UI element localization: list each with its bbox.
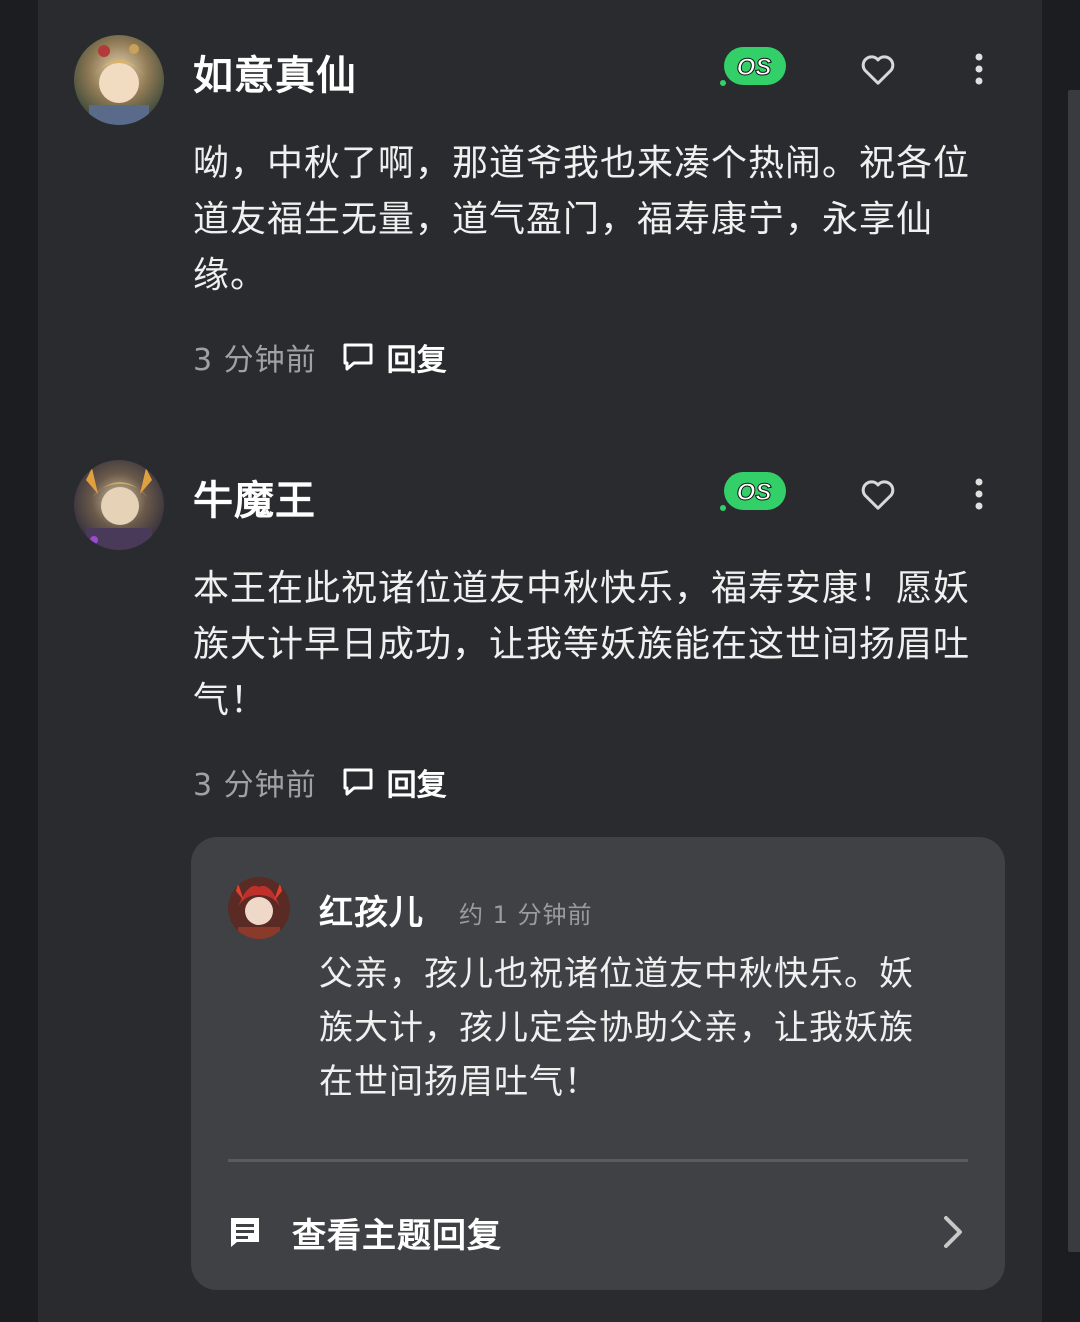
view-thread-label: 查看主题回复 [292,1215,502,1256]
svg-text:OS: OS [737,479,772,506]
comment-text: 本王在此祝诸位道友中秋快乐，福寿安康！愿妖 族大计早日成功，让我等妖族能在这世间… [193,561,993,729]
comment-text: 呦，中秋了啊，那道爷我也来凑个热闹。祝各位 道友福生无量，道气盈门，福寿康宁，永… [193,136,993,304]
comment-item: 牛魔王 OS 本王在此祝诸位道友中秋快乐，福寿安康！愿妖 族大计早日成功，让我等… [38,460,1042,820]
comment-text-line: 族大计早日成功，让我等妖族能在这世间扬眉吐 [193,624,971,665]
heart-icon[interactable] [858,49,898,89]
timestamp: 3 分钟前 [193,343,317,378]
comment-text-line: 缘。 [193,255,268,296]
avatar[interactable] [74,35,164,125]
username[interactable]: 牛魔王 [193,468,316,526]
os-badge-icon: OS [720,45,788,87]
comment-text-line: 道友福生无量，道气盈门，福寿康宁，永享仙 [193,199,934,240]
avatar[interactable] [228,877,290,939]
scrollbar[interactable] [1068,90,1080,1252]
reply-timestamp: 约 1 分钟前 [459,901,593,929]
comment-text-line: 呦，中秋了啊，那道爷我也来凑个热闹。祝各位 [193,143,971,184]
heart-icon[interactable] [858,474,898,514]
os-badge-icon: OS [720,470,788,512]
reply-text: 父亲，孩儿也祝诸位道友中秋快乐。妖 族大计，孩儿定会协助父亲，让我妖族 在世间扬… [319,947,969,1109]
reply-text-line: 在世间扬眉吐气！ [319,1062,599,1102]
message-icon [231,1218,259,1247]
svg-text:OS: OS [737,54,772,81]
reply-text-line: 父亲，孩儿也祝诸位道友中秋快乐。妖 [319,954,914,994]
avatar[interactable] [74,460,164,550]
comments-page: 如意真仙 OS 呦，中秋了啊，那道爷我也来凑个热闹。祝各位 道友福生无量，道气盈… [0,0,1080,1322]
reply-username[interactable]: 红孩儿 [319,885,424,934]
reply-button[interactable]: 回复 [341,335,447,379]
reply-card[interactable]: 红孩儿 约 1 分钟前 父亲，孩儿也祝诸位道友中秋快乐。妖 族大计，孩儿定会协助… [191,837,1005,1290]
reply-button[interactable]: 回复 [341,760,447,804]
comment-text-line: 气！ [193,680,268,721]
timestamp: 3 分钟前 [193,768,317,803]
comment-item: 如意真仙 OS 呦，中秋了啊，那道爷我也来凑个热闹。祝各位 道友福生无量，道气盈… [38,35,1042,395]
more-vertical-icon[interactable] [964,474,994,514]
more-vertical-icon[interactable] [964,49,994,89]
divider [228,1159,968,1162]
chat-bubble-icon [343,343,373,371]
chat-bubble-icon [343,768,373,796]
comment-meta: 3 分钟前 回复 [193,335,447,379]
comment-text-line: 本王在此祝诸位道友中秋快乐，福寿安康！愿妖 [193,568,971,609]
reply-text-line: 族大计，孩儿定会协助父亲，让我妖族 [319,1008,914,1048]
view-thread-button[interactable]: 查看主题回复 [228,1207,968,1257]
username[interactable]: 如意真仙 [193,43,357,101]
reply-label: 回复 [386,768,447,803]
reply-label: 回复 [386,343,447,378]
chevron-right-icon [944,1216,962,1248]
comment-meta: 3 分钟前 回复 [193,760,447,804]
